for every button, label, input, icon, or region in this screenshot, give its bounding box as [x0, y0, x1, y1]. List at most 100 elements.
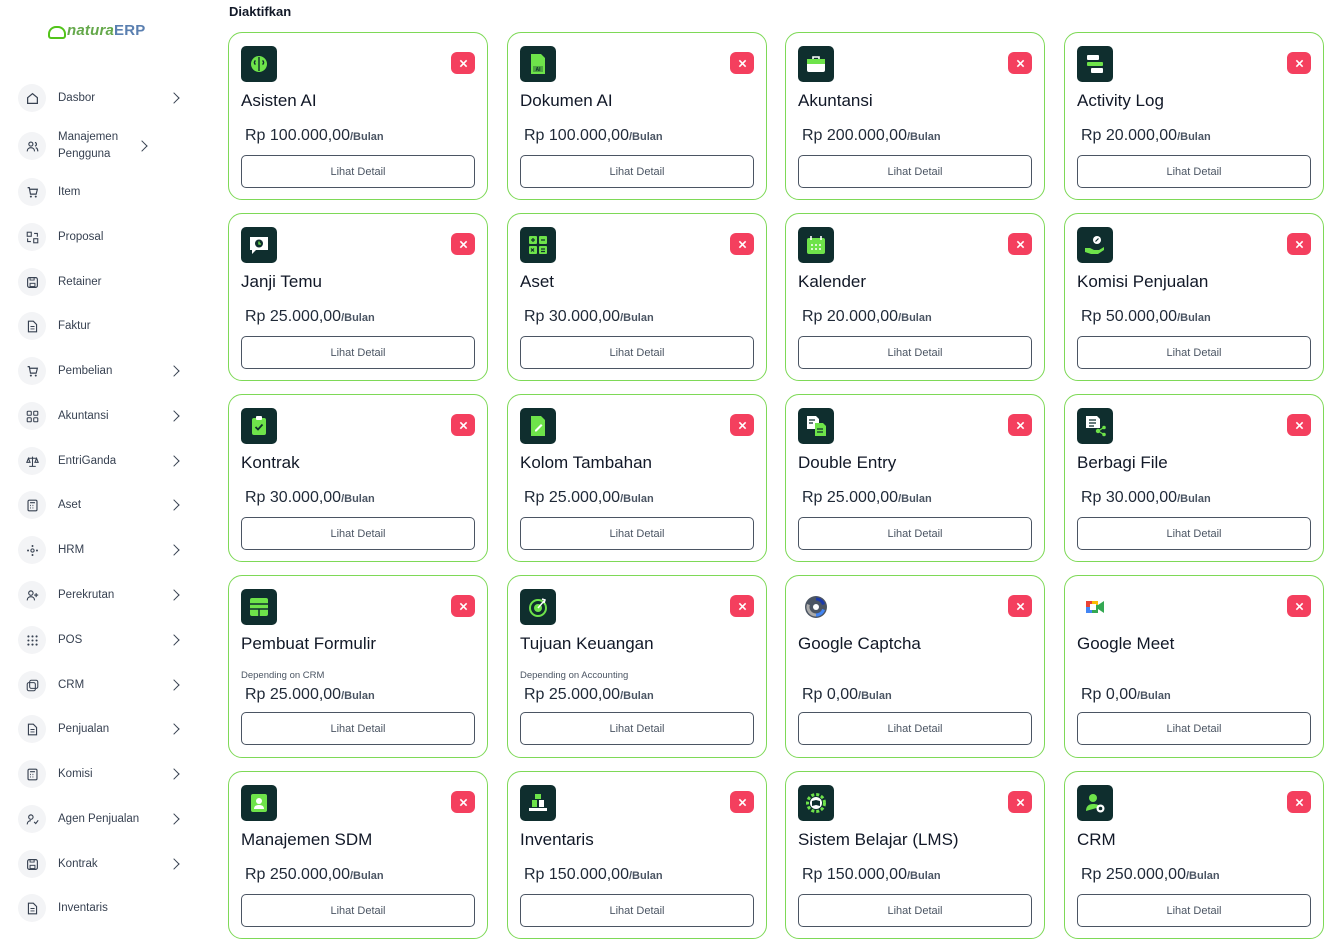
- brand-name: naturaERP: [67, 21, 146, 39]
- sidebar-item-label: Perekrutan: [58, 588, 115, 601]
- module-name: Aset: [520, 272, 555, 291]
- view-detail-button[interactable]: Lihat Detail: [798, 517, 1032, 550]
- chevron-right-icon: [168, 499, 180, 511]
- remove-module-button[interactable]: [1287, 791, 1311, 813]
- remove-module-button[interactable]: [1008, 233, 1032, 255]
- sidebar-item-item[interactable]: Item: [18, 174, 190, 210]
- sidebar-item-label: Manajemen Pengguna: [58, 131, 119, 160]
- file-edit-icon: [520, 408, 556, 444]
- view-detail-button[interactable]: Lihat Detail: [520, 894, 754, 927]
- view-detail-button[interactable]: Lihat Detail: [798, 894, 1032, 927]
- remove-module-button[interactable]: [1008, 414, 1032, 436]
- remove-module-button[interactable]: [451, 791, 475, 813]
- sidebar-item-hrm[interactable]: HRM: [18, 532, 190, 568]
- close-icon: [1295, 59, 1303, 67]
- cloud-logo-icon: [48, 24, 66, 39]
- view-detail-button[interactable]: Lihat Detail: [241, 155, 475, 188]
- sidebar-item-akuntansi[interactable]: Akuntansi: [18, 398, 190, 434]
- chevron-right-icon: [168, 455, 180, 467]
- view-detail-button[interactable]: Lihat Detail: [1077, 336, 1311, 369]
- sidebar-item-perekrutan[interactable]: Perekrutan: [18, 577, 190, 613]
- price-unit: /Bulan: [620, 312, 654, 324]
- remove-module-button[interactable]: [730, 595, 754, 617]
- close-icon: [1295, 602, 1303, 610]
- remove-module-button[interactable]: [1287, 52, 1311, 74]
- brand-logo[interactable]: naturaERP: [48, 20, 146, 40]
- sidebar-item-inventaris[interactable]: Inventaris: [18, 890, 190, 926]
- remove-module-button[interactable]: [730, 791, 754, 813]
- remove-module-button[interactable]: [1287, 414, 1311, 436]
- sidebar-item-label: Faktur: [58, 319, 91, 332]
- module-price: Rp 0,00/Bulan: [1081, 686, 1171, 703]
- module-name: Manajemen SDM: [241, 830, 373, 849]
- view-detail-button[interactable]: Lihat Detail: [1077, 155, 1311, 188]
- remove-module-button[interactable]: [451, 233, 475, 255]
- sidebar-item-pembelian[interactable]: Pembelian: [18, 353, 190, 389]
- sidebar-item-pos[interactable]: POS: [18, 622, 190, 658]
- view-detail-button[interactable]: Lihat Detail: [520, 712, 754, 745]
- module-name: Kontrak: [241, 453, 300, 472]
- sidebar-item-aset[interactable]: Aset: [18, 487, 190, 523]
- sidebar-item-label: POS: [58, 633, 83, 646]
- sidebar-item-penjualan[interactable]: Penjualan: [18, 711, 190, 747]
- view-detail-button[interactable]: Lihat Detail: [520, 155, 754, 188]
- cluster-icon: [18, 536, 46, 564]
- sidebar-item-manajemen-pengguna[interactable]: Manajemen Pengguna: [18, 124, 190, 168]
- view-detail-button[interactable]: Lihat Detail: [1077, 517, 1311, 550]
- view-detail-button[interactable]: Lihat Detail: [241, 712, 475, 745]
- remove-module-button[interactable]: [1008, 595, 1032, 617]
- remove-module-button[interactable]: [1008, 52, 1032, 74]
- sidebar-item-entriganda[interactable]: EntriGanda: [18, 443, 190, 479]
- view-detail-button[interactable]: Lihat Detail: [520, 336, 754, 369]
- module-card: Kolom Tambahan Rp 25.000,00/Bulan Lihat De…: [507, 394, 767, 562]
- price-unit: /Bulan: [906, 131, 941, 143]
- module-name: Inventaris: [520, 830, 594, 849]
- view-detail-button[interactable]: Lihat Detail: [241, 894, 475, 927]
- module-price: Rp 50.000,00/Bulan: [1081, 308, 1211, 325]
- remove-module-button[interactable]: [1287, 595, 1311, 617]
- sidebar-item-komisi[interactable]: Komisi: [18, 756, 190, 792]
- view-detail-button[interactable]: Lihat Detail: [798, 155, 1032, 188]
- price-unit: /Bulan: [906, 870, 941, 882]
- chevron-right-icon: [168, 768, 180, 780]
- sidebar-item-proposal[interactable]: Proposal: [18, 219, 190, 255]
- view-detail-button[interactable]: Lihat Detail: [1077, 712, 1311, 745]
- module-card: Berbagi File Rp 30.000,00/Bulan Lihat Deta…: [1064, 394, 1324, 562]
- view-detail-button[interactable]: Lihat Detail: [798, 336, 1032, 369]
- remove-module-button[interactable]: [730, 414, 754, 436]
- close-icon: [738, 798, 746, 806]
- module-card: Komisi Penjualan Rp 50.000,00/Bulan Lihat …: [1064, 213, 1324, 381]
- remove-module-button[interactable]: [451, 595, 475, 617]
- view-detail-button[interactable]: Lihat Detail: [520, 517, 754, 550]
- sidebar: naturaERP Dasbor Manajemen Pengguna Item Pr…: [0, 0, 210, 943]
- view-detail-button[interactable]: Lihat Detail: [798, 712, 1032, 745]
- remove-module-button[interactable]: [730, 52, 754, 74]
- sidebar-item-dasbor[interactable]: Dasbor: [18, 80, 190, 116]
- module-price: Rp 0,00/Bulan: [802, 686, 892, 703]
- module-card: Sistem Belajar (LMS) Rp 150.000,00/Bulan L…: [785, 771, 1045, 939]
- sidebar-item-crm[interactable]: CRM: [18, 667, 190, 703]
- sidebar-item-label: Inventaris: [58, 901, 108, 914]
- remove-module-button[interactable]: [451, 414, 475, 436]
- module-price: Rp 100.000,00/Bulan: [524, 127, 663, 144]
- price-unit: /Bulan: [349, 870, 384, 882]
- sidebar-item-retainer[interactable]: Retainer: [18, 264, 190, 300]
- remove-module-button[interactable]: [1008, 791, 1032, 813]
- sidebar-item-agen-penjualan[interactable]: Agen Penjualan: [18, 801, 190, 837]
- module-card: Inventaris Rp 150.000,00/Bulan Lihat Detai…: [507, 771, 767, 939]
- sidebar-item-kontrak[interactable]: Kontrak: [18, 846, 190, 882]
- close-icon: [1016, 798, 1024, 806]
- remove-module-button[interactable]: [451, 52, 475, 74]
- view-detail-button[interactable]: Lihat Detail: [1077, 894, 1311, 927]
- remove-module-button[interactable]: [1287, 233, 1311, 255]
- module-card: Akuntansi Rp 200.000,00/Bulan Lihat Detail: [785, 32, 1045, 200]
- module-dependency: Depending on Accounting: [520, 670, 629, 681]
- chevron-right-icon: [168, 858, 180, 870]
- view-detail-button[interactable]: Lihat Detail: [241, 336, 475, 369]
- remove-module-button[interactable]: [730, 233, 754, 255]
- price-unit: /Bulan: [349, 131, 384, 143]
- sidebar-item-label: EntriGanda: [58, 454, 117, 467]
- view-detail-button[interactable]: Lihat Detail: [241, 517, 475, 550]
- file-share-icon: [1077, 408, 1113, 444]
- sidebar-item-faktur[interactable]: Faktur: [18, 308, 190, 344]
